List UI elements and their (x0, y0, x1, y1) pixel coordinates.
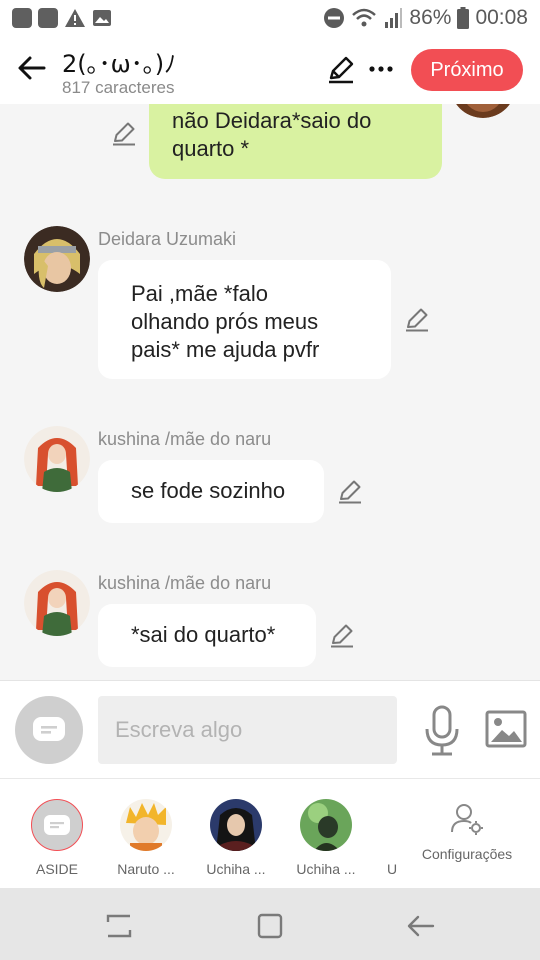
edit-title-icon[interactable] (326, 54, 356, 84)
recents-icon[interactable] (104, 912, 134, 940)
character-count: 817 caracteres (62, 78, 175, 97)
character-uchiha-2[interactable]: Uchiha ... (291, 799, 361, 877)
character-selector: ASIDE Naruto ... Uchiha ... Uchiha ... U… (0, 778, 540, 888)
character-label: Naruto ... (117, 861, 175, 877)
my-avatar[interactable] (450, 104, 516, 118)
app-notification-icon (38, 8, 58, 28)
header: 2(｡･ω･｡)ﾉ 817 caracteres Próximo (0, 36, 540, 104)
system-navbar (0, 888, 540, 960)
aside-bubble-icon (33, 717, 65, 741)
home-icon[interactable] (256, 912, 284, 940)
back-arrow-icon[interactable] (14, 50, 50, 86)
composer (0, 680, 540, 778)
microphone-icon[interactable] (422, 705, 462, 757)
kushina-avatar[interactable] (24, 426, 90, 492)
message-bubble[interactable]: Pai ,mãe *falo olhando prós meus pais* m… (98, 260, 391, 379)
edit-message-icon[interactable] (329, 622, 355, 648)
character-label: Uchiha ... (206, 861, 266, 877)
settings-button[interactable]: Configurações (417, 799, 517, 862)
message-bubble[interactable]: se fode sozinho (98, 460, 324, 523)
sender-name: kushina /mãe do naru (98, 429, 272, 449)
edit-message-icon[interactable] (337, 478, 363, 504)
next-button[interactable]: Próximo (411, 49, 523, 91)
notification-icons (12, 8, 112, 28)
image-upload-icon[interactable] (485, 709, 527, 749)
message-input[interactable] (98, 696, 397, 764)
naruto-avatar (120, 799, 172, 851)
story-title[interactable]: 2(｡･ω･｡)ﾉ (62, 44, 176, 79)
battery-icon (457, 7, 470, 29)
clock: 00:08 (475, 6, 528, 29)
warning-icon (65, 9, 85, 27)
deidara-avatar[interactable] (24, 226, 90, 292)
character-label: U (386, 861, 398, 877)
chat-area[interactable]: não Deidara*saio do quarto * Deidara Uzu… (0, 104, 540, 680)
character-naruto[interactable]: Naruto ... (111, 799, 181, 877)
user-settings-icon (451, 804, 483, 835)
message-bubble[interactable]: *sai do quarto* (98, 604, 316, 667)
app-notification-icon (12, 8, 32, 28)
back-nav-icon[interactable] (406, 912, 436, 940)
my-message-bubble[interactable]: não Deidara*saio do quarto * (149, 104, 442, 179)
uchiha-avatar (300, 799, 352, 851)
uchiha-avatar (210, 799, 262, 851)
edit-message-icon[interactable] (404, 306, 430, 332)
character-label: Uchiha ... (296, 861, 356, 877)
kushina-avatar[interactable] (24, 570, 90, 636)
more-options-icon[interactable] (366, 54, 396, 84)
sender-name: Deidara Uzumaki (98, 229, 237, 249)
wifi-icon (352, 8, 377, 27)
battery-percent: 86% (409, 6, 452, 29)
sender-name: kushina /mãe do naru (98, 573, 272, 593)
system-status: 86% 00:08 (323, 6, 528, 30)
edit-message-icon[interactable] (111, 120, 137, 146)
character-partial[interactable]: U (377, 861, 407, 877)
aside-toggle-button[interactable] (15, 696, 83, 764)
character-label: ASIDE (35, 861, 78, 877)
status-bar: 86% 00:08 (0, 0, 540, 36)
image-notification-icon (93, 10, 111, 26)
character-uchiha-1[interactable]: Uchiha ... (201, 799, 271, 877)
aside-icon (31, 799, 83, 851)
character-aside[interactable]: ASIDE (22, 799, 92, 877)
do-not-disturb-icon (324, 8, 345, 28)
settings-label: Configurações (421, 846, 513, 862)
signal-icon (385, 8, 403, 28)
